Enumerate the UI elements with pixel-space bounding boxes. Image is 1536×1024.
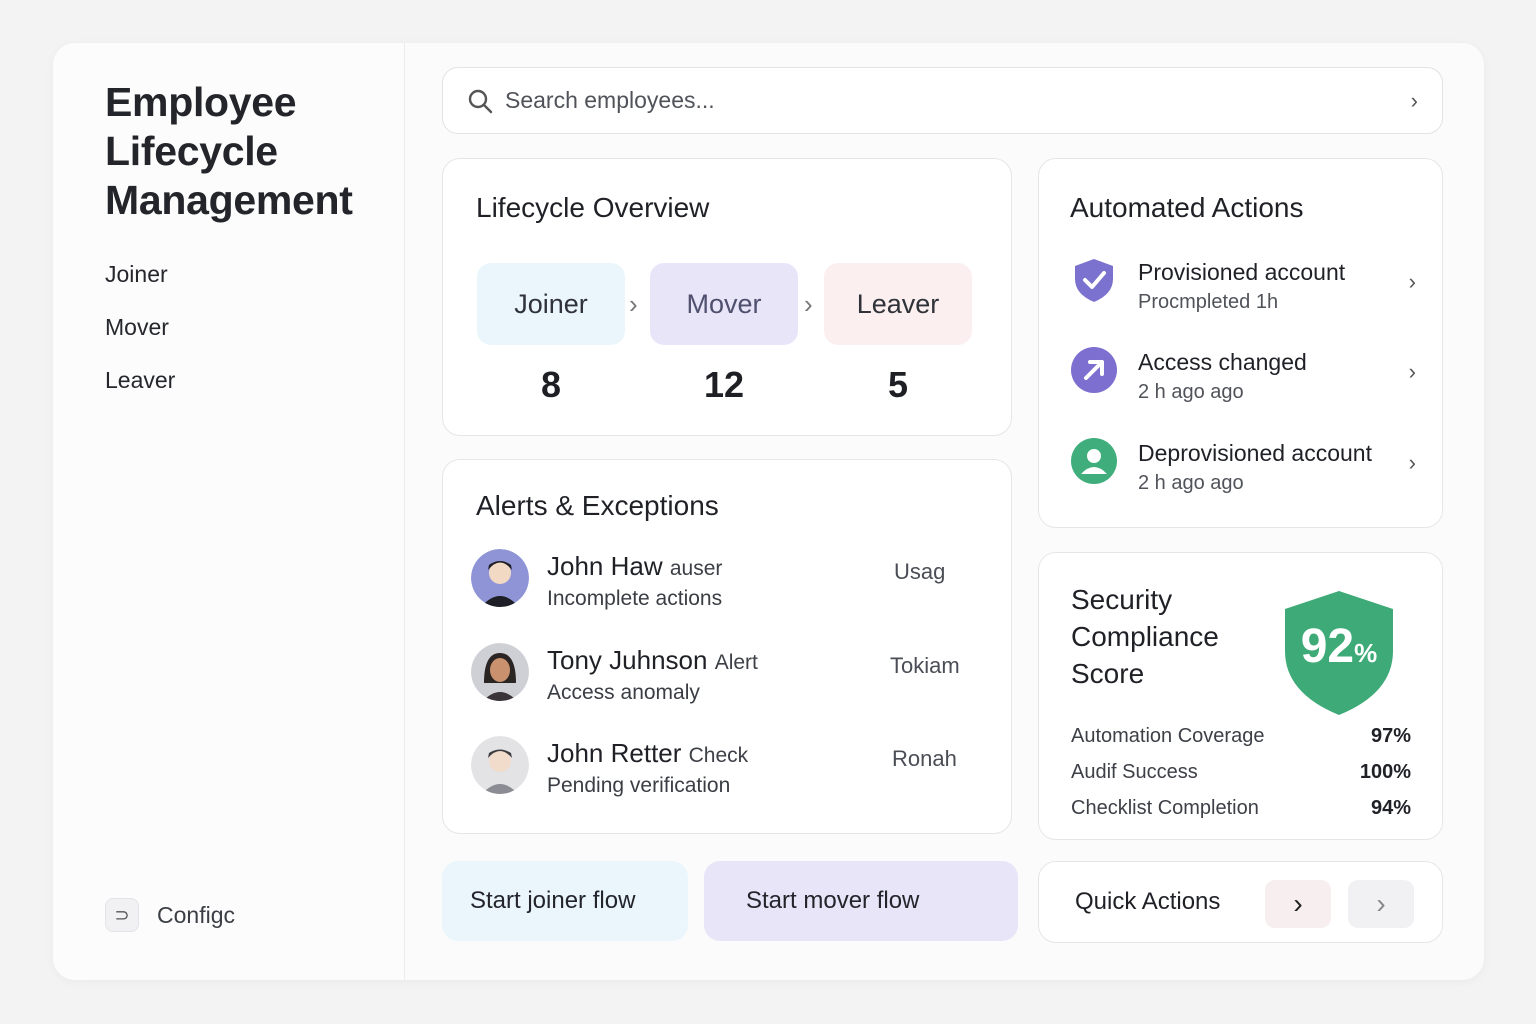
config-button[interactable]: ⊃ Configc — [105, 898, 235, 932]
config-label: Configc — [157, 901, 235, 928]
stage-mover-count: 12 — [703, 364, 745, 405]
action-item-access-changed[interactable]: Access changed 2 h ago ago › — [1071, 347, 1416, 419]
alert-row[interactable]: John Retter Check Pending verification R… — [471, 736, 981, 806]
search-icon — [468, 89, 493, 113]
avatar — [471, 736, 529, 794]
quick-actions-card: Quick Actions › › — [1038, 861, 1443, 943]
metric-row: Checklist Completion 94% — [1071, 797, 1411, 819]
score-unit: % — [1354, 638, 1378, 668]
sidebar: Employee Lifecycle Management Joiner Mov… — [53, 43, 405, 980]
start-joiner-flow-button[interactable]: Start joiner flow — [442, 861, 688, 941]
lifecycle-overview-title: Lifecycle Overview — [476, 192, 710, 223]
stage-leaver[interactable]: Leaver — [824, 263, 972, 345]
action-title: Provisioned account — [1138, 259, 1346, 285]
search-chevron-icon[interactable]: › — [1411, 88, 1418, 114]
sidebar-item-mover[interactable]: Mover — [105, 314, 169, 341]
automated-actions-title: Automated Actions — [1070, 192, 1304, 223]
stage-joiner[interactable]: Joiner — [477, 263, 625, 345]
arrow-up-right-icon — [1071, 347, 1117, 393]
chevron-right-icon: › — [1376, 888, 1386, 919]
quick-action-next-button[interactable]: › — [1265, 880, 1331, 928]
alerts-title: Alerts & Exceptions — [476, 490, 719, 521]
chevron-right-icon: › — [629, 289, 638, 319]
stage-leaver-count: 5 — [887, 364, 909, 405]
alert-meta: Usag — [894, 559, 946, 584]
alert-row[interactable]: John Haw auser Incomplete actions Usag — [471, 549, 981, 619]
metric-row: Automation Coverage 97% — [1071, 725, 1411, 747]
action-subtitle: 2 h ago ago — [1138, 472, 1244, 494]
action-item-deprovisioned[interactable]: Deprovisioned account 2 h ago ago › — [1071, 438, 1416, 510]
app-window: Employee Lifecycle Management Joiner Mov… — [53, 43, 1484, 980]
user-icon — [1071, 438, 1117, 484]
search-bar[interactable]: › — [442, 67, 1443, 134]
alert-detail: Pending verification — [547, 774, 731, 797]
alerts-card: Alerts & Exceptions John Haw auser Incom… — [442, 459, 1012, 834]
search-input[interactable] — [505, 87, 1411, 114]
stage-joiner-count: 8 — [540, 364, 562, 405]
action-subtitle: Procmpleted 1h — [1138, 291, 1279, 313]
alert-detail: Incomplete actions — [547, 587, 723, 610]
alert-name: Tony Juhnson Alert — [547, 645, 758, 675]
chevron-right-icon: › — [804, 289, 813, 319]
score-shield-badge: 92% — [1281, 589, 1397, 717]
app-title: Employee Lifecycle Management — [105, 79, 353, 223]
automated-actions-card: Automated Actions Provisioned account Pr… — [1038, 158, 1443, 528]
chevron-right-icon: › — [1408, 450, 1416, 475]
lifecycle-overview-card: Lifecycle Overview Joiner › Mover › Leav… — [442, 158, 1012, 436]
quick-actions-label: Quick Actions — [1075, 888, 1221, 915]
security-score-card: Security Compliance Score 92% Automation… — [1038, 552, 1443, 840]
action-title: Access changed — [1138, 349, 1307, 375]
security-score-title: Security Compliance Score — [1071, 584, 1219, 689]
action-subtitle: 2 h ago ago — [1138, 381, 1244, 403]
avatar — [471, 643, 529, 701]
chevron-right-icon: › — [1293, 888, 1303, 919]
action-item-provisioned[interactable]: Provisioned account Procmpleted 1h › — [1071, 257, 1416, 329]
stage-mover[interactable]: Mover — [650, 263, 798, 345]
alert-detail: Access anomaly — [547, 681, 700, 704]
sidebar-item-leaver[interactable]: Leaver — [105, 367, 175, 394]
alert-meta: Tokiam — [890, 653, 960, 678]
metric-row: Audif Success 100% — [1071, 761, 1411, 783]
alert-row[interactable]: Tony Juhnson Alert Access anomaly Tokiam — [471, 643, 981, 713]
config-icon: ⊃ — [105, 898, 139, 932]
alert-name: John Retter Check — [547, 738, 749, 768]
shield-check-icon — [1075, 259, 1113, 302]
chevron-right-icon: › — [1408, 359, 1416, 384]
action-title: Deprovisioned account — [1138, 440, 1372, 466]
chevron-right-icon: › — [1408, 269, 1416, 294]
sidebar-item-joiner[interactable]: Joiner — [105, 261, 168, 288]
start-mover-flow-button[interactable]: Start mover flow — [704, 861, 1018, 941]
score-value: 92 — [1300, 620, 1355, 673]
avatar — [471, 549, 529, 607]
alert-meta: Ronah — [892, 746, 957, 771]
alert-name: John Haw auser — [547, 551, 723, 581]
quick-action-more-button[interactable]: › — [1348, 880, 1414, 928]
